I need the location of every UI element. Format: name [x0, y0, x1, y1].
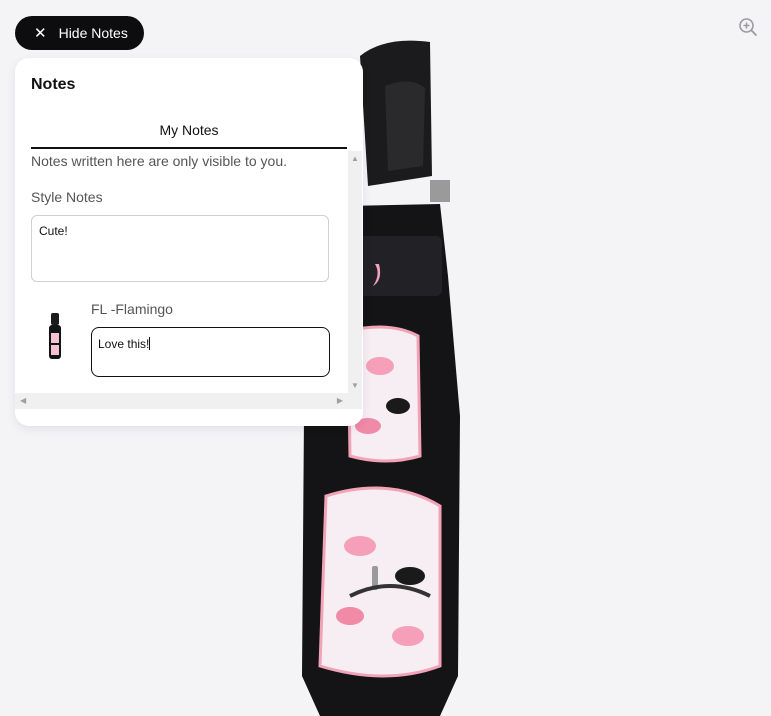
- style-notes-textarea[interactable]: Cute!: [31, 215, 329, 282]
- scroll-up-icon[interactable]: ▲: [351, 154, 359, 163]
- notes-title: Notes: [31, 76, 76, 93]
- close-icon: ✕: [34, 24, 47, 42]
- style-notes-label: Style Notes: [31, 189, 103, 205]
- notes-panel: Notes My Notes Notes written here are on…: [15, 58, 363, 426]
- item-note-text: Love this!: [98, 337, 150, 351]
- scroll-left-icon[interactable]: ◀: [20, 396, 26, 405]
- scroll-down-icon[interactable]: ▼: [351, 381, 359, 390]
- scrollbar-corner: [348, 393, 362, 409]
- item-note-textarea[interactable]: Love this!: [91, 327, 330, 377]
- notes-hint: Notes written here are only visible to y…: [31, 153, 288, 169]
- item-name: FL -Flamingo: [91, 301, 173, 317]
- text-caret: [149, 337, 151, 350]
- hide-notes-label: Hide Notes: [58, 25, 128, 41]
- horizontal-scrollbar[interactable]: ◀ ▶: [15, 393, 348, 409]
- hide-notes-button[interactable]: ✕ Hide Notes: [15, 16, 144, 50]
- item-thumbnail: [49, 313, 61, 359]
- notes-scroll-area: Notes written here are only visible to y…: [31, 151, 347, 388]
- zoom-in-icon[interactable]: [738, 17, 758, 37]
- scroll-right-icon[interactable]: ▶: [337, 396, 343, 405]
- vertical-scrollbar[interactable]: ▲ ▼: [348, 151, 362, 393]
- tab-my-notes[interactable]: My Notes: [31, 116, 347, 149]
